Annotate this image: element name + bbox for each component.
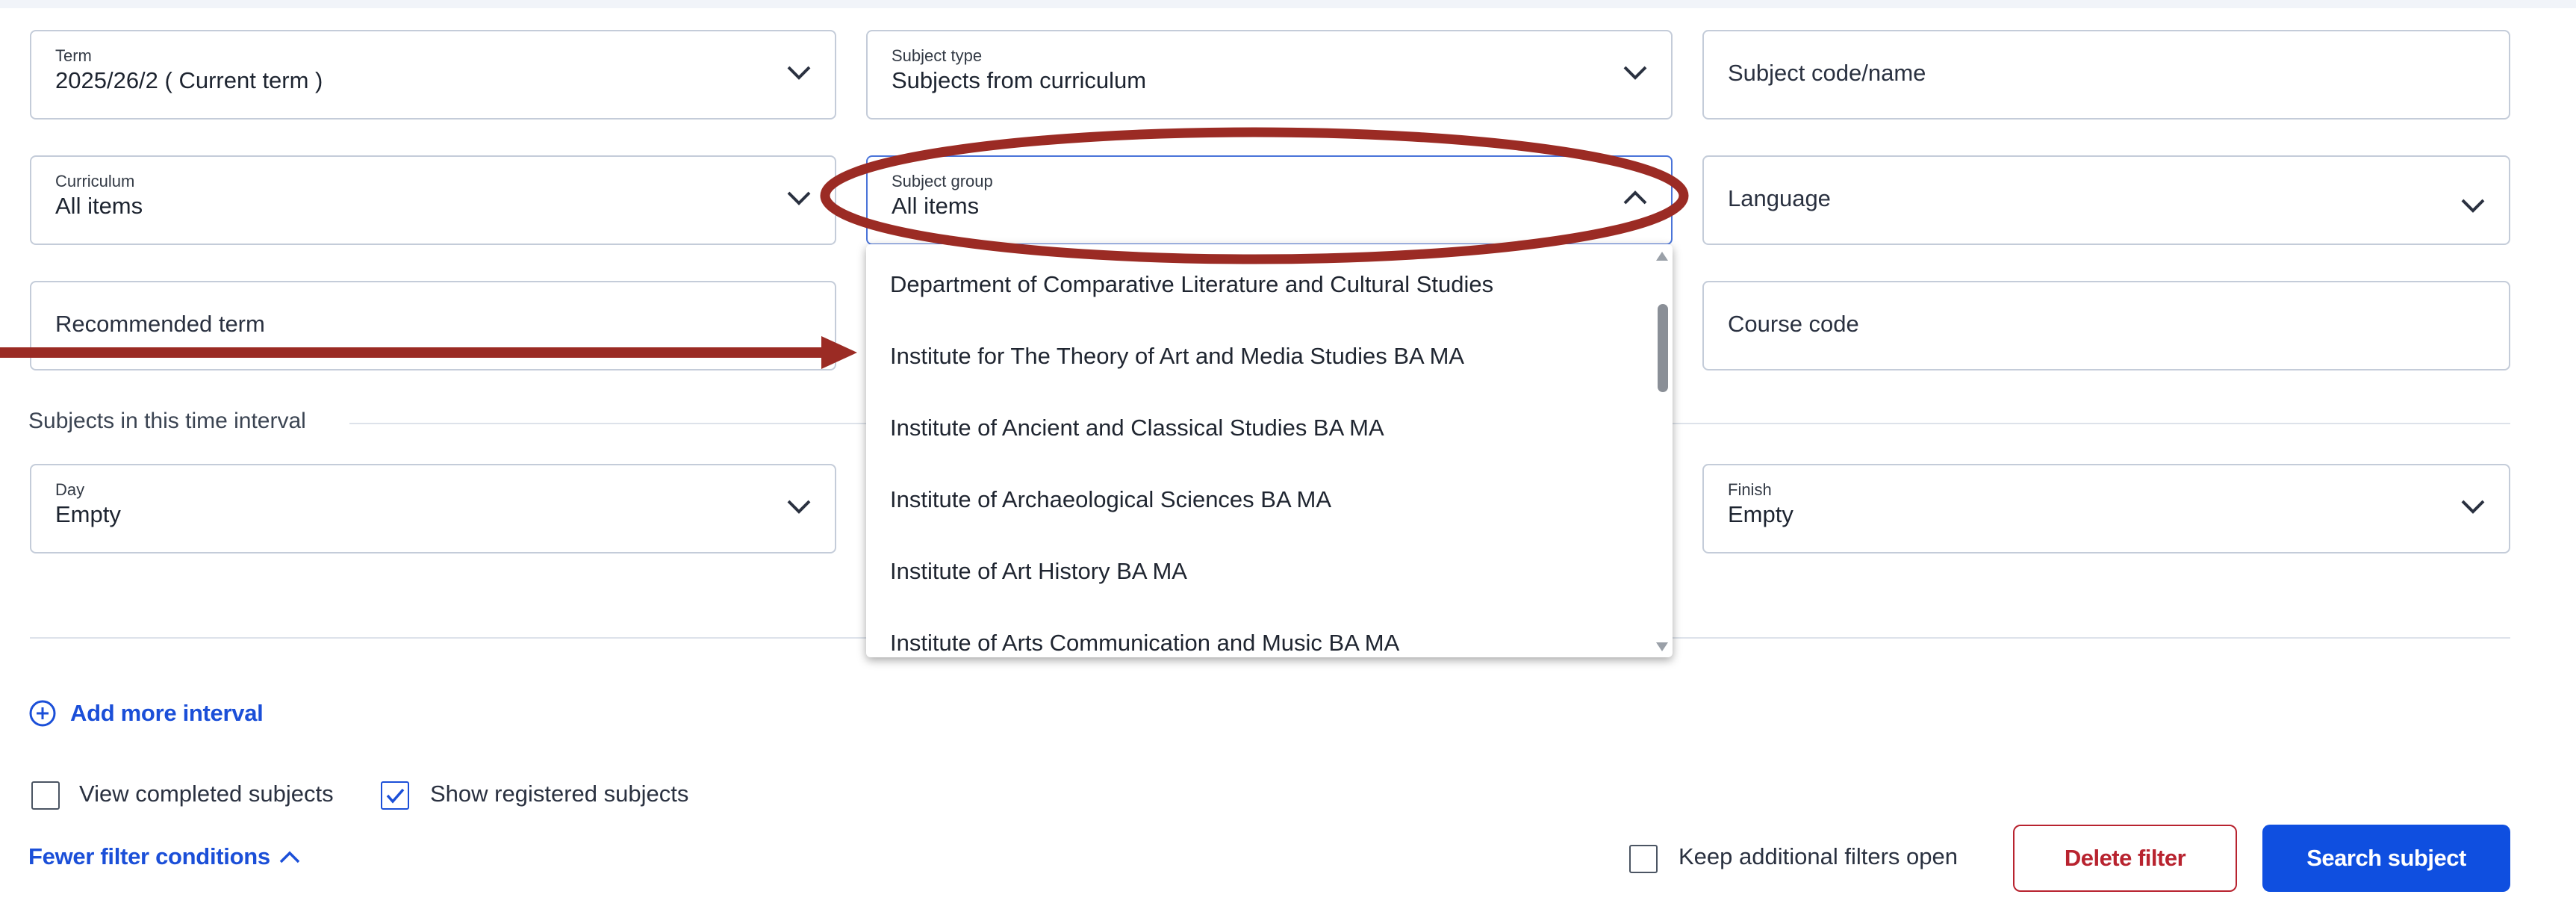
scroll-thumb[interactable] [1658,304,1668,392]
add-more-interval-label: Add more interval [70,700,264,726]
top-band [0,0,2576,8]
subject-code-name-input[interactable]: Subject code/name [1702,30,2510,120]
subject-type-value: Subjects from curriculum [892,67,1147,93]
recommended-term-placeholder: Recommended term [55,311,265,337]
dropdown-option[interactable]: Institute of Ancient and Classical Studi… [890,415,1384,441]
day-label: Day [55,480,85,499]
chevron-down-icon [2458,495,2488,516]
chevron-up-icon [1620,187,1650,208]
checkmark-icon [386,788,405,804]
finish-select[interactable]: Finish Empty [1702,464,2510,553]
language-placeholder: Language [1728,185,1831,211]
interval-section-label: Subjects in this time interval [28,409,306,433]
day-select[interactable]: Day Empty [30,464,836,553]
dropdown-option[interactable]: Department of Comparative Literature and… [890,271,1493,298]
fewer-filter-conditions-label: Fewer filter conditions [28,843,270,869]
delete-filter-button[interactable]: Delete filter [2013,825,2237,892]
scroll-down-arrow-icon[interactable] [1656,642,1668,651]
chevron-down-icon [1620,61,1650,82]
add-more-interval-link[interactable]: Add more interval [28,699,267,729]
language-select[interactable]: Language [1702,155,2510,245]
curriculum-label: Curriculum [55,172,135,190]
chevron-up-icon [278,849,302,869]
dropdown-option[interactable]: Institute of Arts Communication and Musi… [890,630,1399,657]
plus-circle-icon [28,699,57,731]
day-value: Empty [55,501,121,527]
dropdown-option[interactable]: Institute of Archaeological Sciences BA … [890,486,1331,513]
course-code-placeholder: Course code [1728,311,1859,337]
show-registered-label: Show registered subjects [430,781,689,807]
subject-code-name-placeholder: Subject code/name [1728,60,1926,86]
subject-type-select[interactable]: Subject type Subjects from curriculum [866,30,1673,120]
view-completed-checkbox[interactable] [31,781,60,810]
finish-label: Finish [1728,480,1772,499]
chevron-down-icon [784,61,814,82]
term-label: Term [55,46,92,65]
curriculum-select[interactable]: Curriculum All items [30,155,836,245]
term-select[interactable]: Term 2025/26/2 ( Current term ) [30,30,836,120]
course-code-input[interactable]: Course code [1702,281,2510,370]
fewer-filter-conditions-link[interactable]: Fewer filter conditions [28,843,312,872]
chevron-down-icon [784,187,814,208]
keep-filters-open-checkbox[interactable] [1629,845,1658,873]
finish-value: Empty [1728,501,1793,527]
subject-type-label: Subject type [892,46,983,65]
scroll-up-arrow-icon[interactable] [1656,252,1668,261]
chevron-down-icon [784,495,814,516]
term-value: 2025/26/2 ( Current term ) [55,67,323,93]
dropdown-scrollbar[interactable] [1653,244,1673,657]
view-completed-label: View completed subjects [79,781,334,807]
recommended-term-input[interactable]: Recommended term [30,281,836,370]
show-registered-checkbox[interactable] [381,781,409,810]
dropdown-option[interactable]: Institute for The Theory of Art and Medi… [890,343,1464,370]
dropdown-option[interactable]: Institute of Art History BA MA [890,558,1187,585]
subject-group-label: Subject group [892,172,993,190]
curriculum-value: All items [55,193,143,219]
search-subject-button[interactable]: Search subject [2262,825,2510,892]
keep-filters-open-label: Keep additional filters open [1679,843,1958,869]
subject-group-value: All items [892,193,980,219]
subject-group-select[interactable]: Subject group All items [866,155,1673,245]
subject-group-dropdown[interactable]: Department of Comparative Literature and… [866,244,1673,657]
chevron-down-icon [2458,194,2488,215]
